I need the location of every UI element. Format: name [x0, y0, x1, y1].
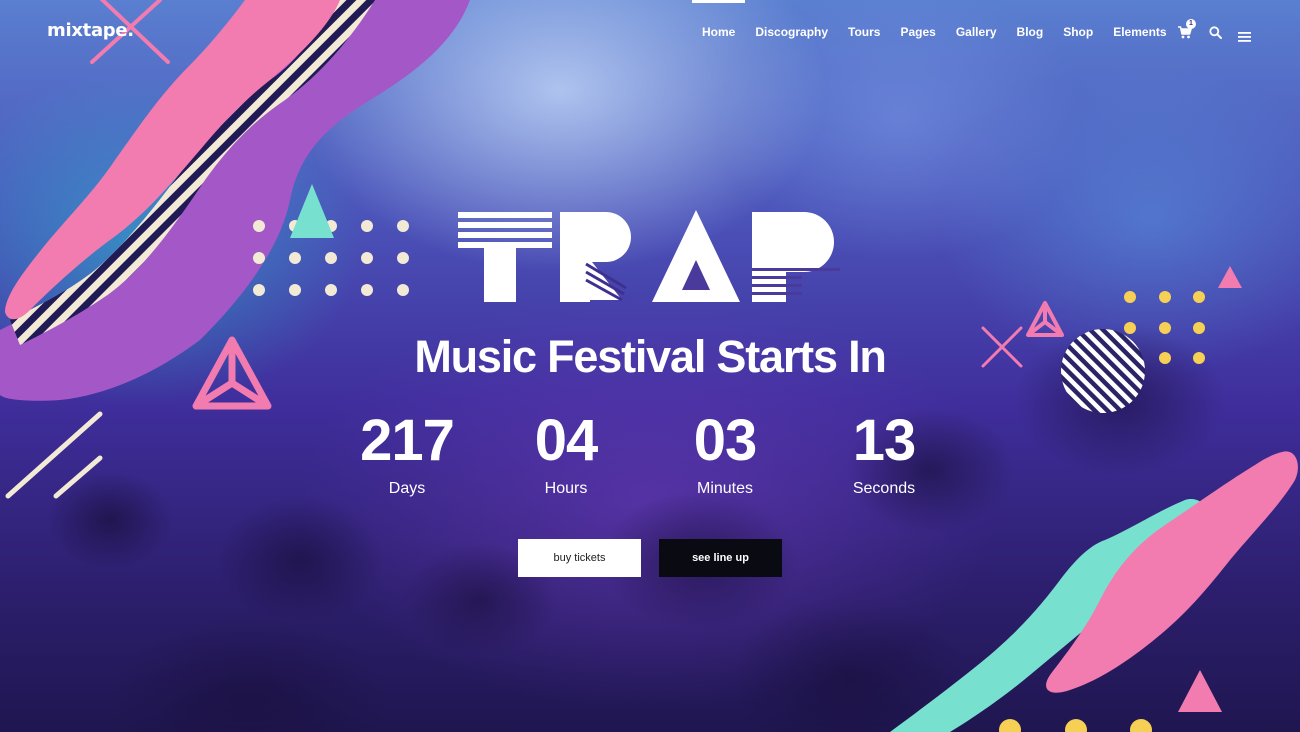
pink-triangle-bottom [1178, 670, 1222, 712]
cart-button[interactable]: 1 [1178, 19, 1196, 43]
menu-icon [1238, 32, 1251, 42]
countdown-seconds-value: 13 [852, 408, 917, 473]
trap-letter-p [752, 212, 834, 302]
nav-item-tours[interactable]: Tours [848, 25, 880, 39]
nav-item-elements[interactable]: Elements [1113, 25, 1166, 39]
countdown-minutes: 03 Minutes [645, 408, 805, 498]
nav-item-shop[interactable]: Shop [1063, 25, 1093, 39]
countdown-hours-label: Hours [544, 480, 588, 497]
yellow-dots-bottom [999, 719, 1152, 732]
nav-item-pages[interactable]: Pages [900, 25, 935, 39]
diagonal-lines [5, 411, 103, 499]
trap-festival-logo [458, 210, 840, 302]
countdown-minutes-label: Minutes [696, 480, 754, 497]
trap-letter-t [458, 212, 552, 302]
main-nav: Home Discography Tours Pages Gallery Blo… [691, 0, 1187, 39]
site-header: mixtape. Home Discography Tours Pages Ga… [0, 0, 1300, 66]
cart-count-badge: 1 [1186, 19, 1196, 29]
countdown-seconds-label: Seconds [852, 480, 916, 497]
countdown-minutes-value: 03 [693, 408, 758, 473]
countdown-days-value: 217 [360, 408, 455, 473]
nav-item-gallery[interactable]: Gallery [956, 25, 997, 39]
buy-tickets-button[interactable]: buy tickets [518, 539, 641, 577]
countdown-days: 217 Days [327, 408, 487, 498]
nav-item-home[interactable]: Home [691, 0, 746, 39]
countdown-days-label: Days [388, 480, 426, 497]
countdown-hours: 04 Hours [486, 408, 646, 498]
trap-letter-r [560, 212, 631, 302]
search-icon [1209, 26, 1222, 39]
nav-item-blog[interactable]: Blog [1017, 25, 1044, 39]
trap-letter-a [652, 210, 740, 302]
search-button[interactable] [1209, 24, 1222, 43]
site-logo[interactable]: mixtape. [47, 20, 134, 41]
pink-triangle-small [1218, 266, 1242, 288]
nav-item-discography[interactable]: Discography [755, 25, 828, 39]
hero-headline: Music Festival Starts In [414, 331, 887, 382]
mint-triangle [290, 184, 334, 238]
menu-button[interactable] [1238, 27, 1251, 46]
countdown-seconds: 13 Seconds [804, 408, 964, 498]
see-line-up-button[interactable]: see line up [659, 539, 782, 577]
countdown-hours-value: 04 [534, 408, 599, 473]
